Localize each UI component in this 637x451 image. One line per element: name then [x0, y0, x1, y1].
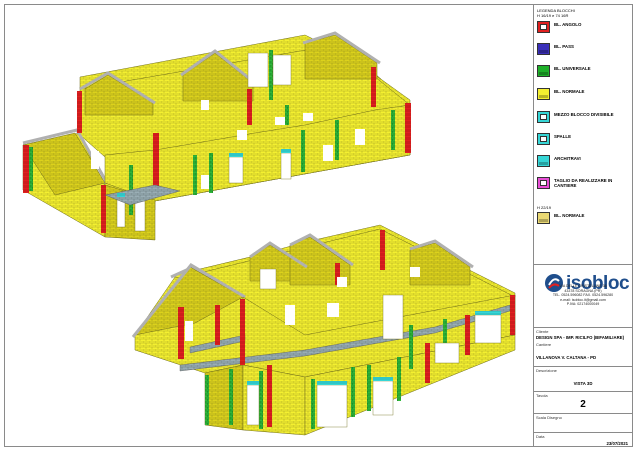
pass-block-icon — [537, 43, 550, 55]
normal-block-icon — [537, 88, 550, 100]
half-block-icon — [537, 111, 550, 123]
contact-line: P.IVA: 02174000049 — [566, 302, 600, 307]
scala-label: Scala Disegno — [536, 415, 562, 420]
legend-label: ARCHITRAVI — [554, 156, 581, 161]
cut-block-icon — [537, 177, 550, 189]
legend-item-taglio: TAGLIO DA REALIZZARE IN CANTIERE — [537, 176, 631, 196]
tavola-value: 2 — [580, 399, 586, 410]
legend-item-angolo: BL. ANGOLO — [537, 20, 631, 36]
company-contact: VIA DELLE CRISTELLINE 36 43378 SORAGNA (… — [537, 284, 629, 307]
legend-sub-title: H 22/19 — [537, 205, 552, 210]
descrizione-value: VISTA 3D — [573, 381, 593, 386]
legend-label: MEZZO BLOCCO DIVISIBILE — [554, 112, 614, 117]
legend-item-architravi: ARCHITRAVI — [537, 154, 631, 170]
legend-label: BL. UNIVERSALE — [554, 66, 591, 71]
legend-item-normale-h22: BL. NORMALE — [537, 211, 631, 227]
legend-item-mezzo-blocco: MEZZO BLOCCO DIVISIBILE — [537, 110, 631, 126]
descrizione-label: Descrizione — [536, 368, 557, 373]
drawing-sheet: LEGENDA BLOCCHI H 16/19 e 74 16R BL. ANG… — [0, 0, 637, 451]
tavola-label: Tavola — [536, 393, 548, 398]
title-block-panel: LEGENDA BLOCCHI H 16/19 e 74 16R BL. ANG… — [533, 5, 632, 446]
cliente-value: DESIGN SPA - IMP. RICILFO (BIFAMILIARE) — [536, 335, 625, 340]
legend-label: BL. PASS — [554, 44, 574, 49]
data-value: 23/07/2021 — [606, 441, 628, 446]
legend-label: BL. ANGOLO — [554, 22, 582, 27]
cantiere-label: Cantiere — [536, 342, 552, 347]
legend-item-spalle: SPALLE — [537, 132, 631, 148]
legend-label: SPALLE — [554, 134, 571, 139]
universal-block-icon — [537, 65, 550, 77]
legend-title: LEGENDA BLOCCHI H 16/19 e 74 16R — [537, 8, 631, 18]
lower-building-model — [131, 224, 516, 436]
normal-block-h22-icon — [537, 212, 550, 224]
3d-view-drawing — [22, 31, 516, 436]
shoulder-block-icon — [537, 133, 550, 145]
corner-block-icon — [537, 21, 550, 33]
legend-subtitle-line: H 16/19 e 74 16R — [537, 13, 569, 18]
legend-label: BL. NORMALE — [554, 213, 585, 218]
upper-building-model — [22, 31, 411, 241]
legend-label: TAGLIO DA REALIZZARE IN CANTIERE — [554, 178, 613, 188]
legend-item-normale: BL. NORMALE — [537, 87, 631, 103]
legend-item-universale: BL. UNIVERSALE — [537, 64, 631, 80]
gable-3-bottom — [409, 242, 471, 286]
data-label: Data — [536, 434, 545, 439]
legend-item-pass: BL. PASS — [537, 42, 631, 58]
cliente-label: Cliente — [536, 329, 549, 334]
gable-3-top — [304, 34, 378, 80]
lintel-block-icon — [537, 155, 550, 167]
legend-label: BL. NORMALE — [554, 89, 585, 94]
cantiere-value: VILLANOVA V. CALTANA - PD — [536, 355, 597, 360]
